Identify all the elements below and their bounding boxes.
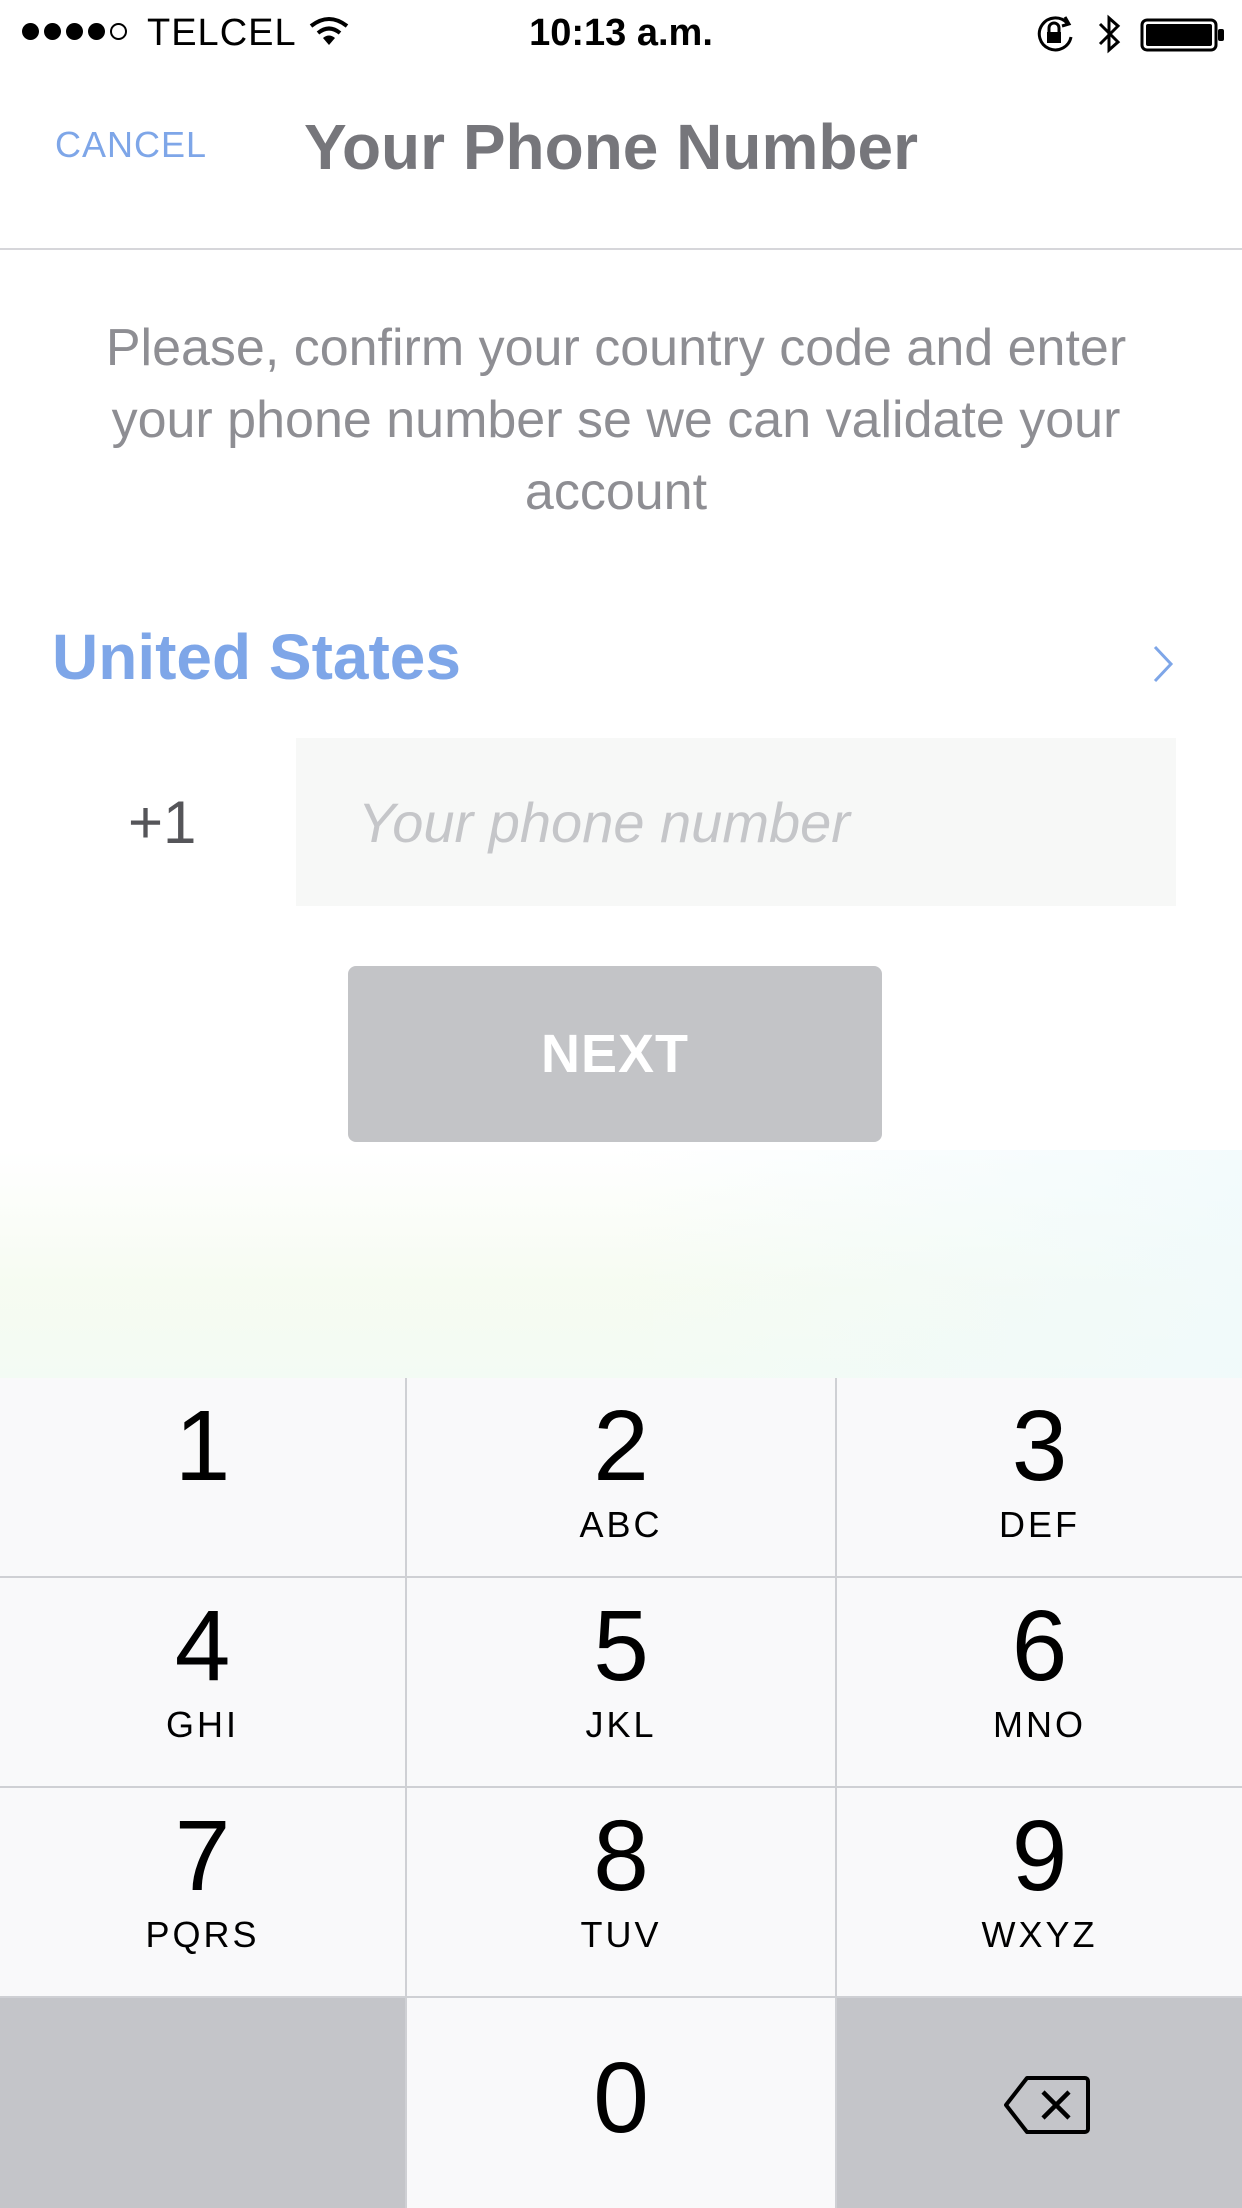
key-blank bbox=[0, 1998, 405, 2208]
key-8[interactable]: 8 TUV bbox=[407, 1788, 835, 1996]
key-letters: ABC bbox=[579, 1504, 663, 1545]
key-1[interactable]: 1 bbox=[0, 1378, 405, 1576]
key-letters: TUV bbox=[580, 1914, 662, 1955]
key-9[interactable]: 9 WXYZ bbox=[837, 1788, 1242, 1996]
delete-key[interactable] bbox=[837, 1998, 1242, 2208]
key-digit: 3 bbox=[1011, 1390, 1068, 1502]
key-letters: GHI bbox=[165, 1704, 239, 1745]
bluetooth-icon bbox=[1098, 14, 1121, 54]
page-title: Your Phone Number bbox=[304, 111, 918, 183]
key-digit: 4 bbox=[174, 1590, 231, 1702]
navigation-bar: CANCEL Your Phone Number bbox=[0, 64, 1242, 250]
status-bar: TELCEL 10:13 a.m. bbox=[0, 0, 1242, 64]
key-digit: 8 bbox=[593, 1800, 649, 1912]
country-dial-code: +1 bbox=[128, 789, 197, 856]
key-letters: MNO bbox=[993, 1704, 1086, 1745]
battery-icon bbox=[1140, 18, 1224, 52]
key-7[interactable]: 7 PQRS bbox=[0, 1788, 405, 1996]
key-letters: JKL bbox=[585, 1704, 657, 1745]
key-digit: 2 bbox=[593, 1390, 649, 1502]
key-letters: DEF bbox=[999, 1504, 1080, 1545]
key-letters: PQRS bbox=[145, 1914, 260, 1955]
key-2[interactable]: 2 ABC bbox=[407, 1378, 835, 1576]
key-letters: WXYZ bbox=[981, 1914, 1098, 1955]
country-selector[interactable]: United States bbox=[0, 612, 1242, 704]
key-6[interactable]: 6 MNO bbox=[837, 1578, 1242, 1786]
key-digit: 1 bbox=[174, 1390, 231, 1502]
backspace-icon bbox=[1004, 2076, 1090, 2134]
key-0[interactable]: 0 bbox=[407, 1998, 835, 2208]
rotation-lock-icon bbox=[1037, 16, 1073, 52]
key-digit: 9 bbox=[1011, 1800, 1068, 1912]
chevron-right-icon bbox=[1153, 645, 1174, 683]
country-name: United States bbox=[52, 621, 461, 693]
next-button[interactable]: NEXT bbox=[348, 966, 882, 1142]
phone-number-input[interactable] bbox=[296, 738, 1176, 906]
cancel-button[interactable]: CANCEL bbox=[55, 124, 207, 166]
background-gradient bbox=[0, 1150, 1242, 1380]
key-4[interactable]: 4 GHI bbox=[0, 1578, 405, 1786]
key-digit: 0 bbox=[593, 2042, 649, 2154]
key-digit: 7 bbox=[174, 1800, 231, 1912]
instructions-text: Please, confirm your country code and en… bbox=[105, 319, 1127, 521]
key-5[interactable]: 5 JKL bbox=[407, 1578, 835, 1786]
key-3[interactable]: 3 DEF bbox=[837, 1378, 1242, 1576]
numeric-keypad: 1 2 ABC 3 DEF 4 GHI 5 JKL 6 MNO 7 PQRS 8… bbox=[0, 1378, 1242, 2208]
key-digit: 5 bbox=[593, 1590, 649, 1702]
key-digit: 6 bbox=[1011, 1590, 1068, 1702]
